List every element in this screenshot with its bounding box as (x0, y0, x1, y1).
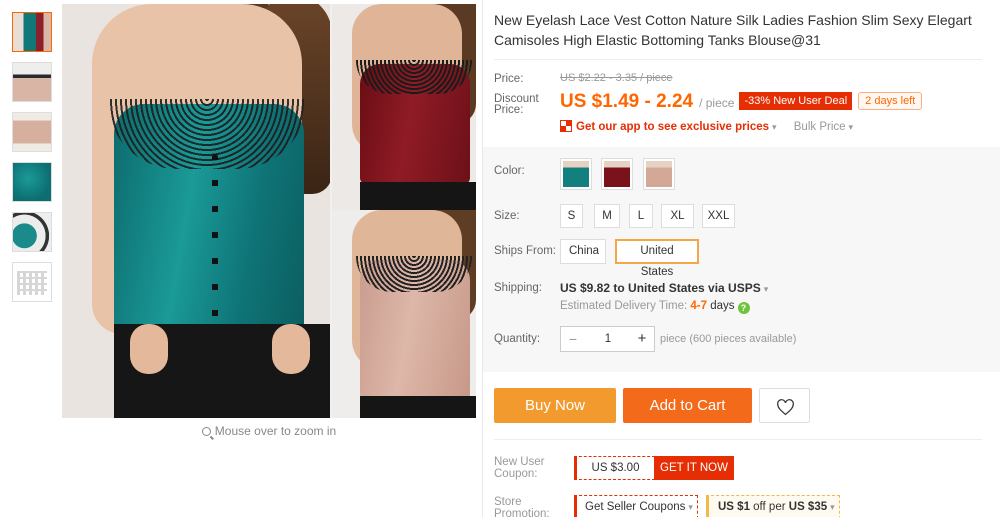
divider (494, 59, 982, 60)
get-seller-coupons-dropdown[interactable]: Get Seller Coupons ▾ (574, 495, 698, 517)
color-label: Color: (494, 165, 525, 177)
shipping-cost-text: US $9.82 to United States via USPS (560, 281, 761, 295)
buy-now-button[interactable]: Buy Now (494, 388, 616, 423)
original-price: US $2.22 - 3.35 / piece (560, 72, 673, 84)
discount-price-block: US $1.49 - 2.24 / piece -33% New User Deal… (560, 91, 923, 113)
wishlist-button[interactable] (759, 388, 810, 423)
delivery-unit: days (707, 300, 735, 312)
ships-from-united-states[interactable]: United States (615, 239, 699, 278)
main-product-image[interactable] (62, 4, 476, 418)
shipping-label: Shipping: (494, 282, 542, 294)
chevron-down-icon: ▾ (830, 502, 835, 512)
quantity-decrease-button[interactable]: − (561, 327, 585, 351)
model-red-cami (332, 4, 476, 210)
quantity-label: Quantity: (494, 333, 541, 345)
chevron-down-icon: ▾ (688, 502, 693, 512)
thumbnail-6[interactable] (12, 262, 52, 302)
size-option-m[interactable]: M (594, 204, 620, 228)
size-option-l[interactable]: L (629, 204, 653, 228)
chevron-down-icon[interactable]: ▾ (772, 122, 777, 132)
new-user-coupon-label-1: New User (494, 456, 545, 468)
thumbnail-5[interactable] (12, 212, 52, 252)
magnifier-icon (201, 427, 211, 436)
chevron-down-icon: ▾ (763, 284, 769, 294)
quantity-stepper: − 1 + (560, 326, 655, 352)
discount-price: US $1.49 - 2.24 (560, 91, 694, 112)
size-label: Size: (494, 210, 520, 222)
color-option-teal[interactable] (560, 158, 592, 190)
per-piece: / piece (699, 96, 735, 110)
discount-label-2: Price: (494, 104, 524, 116)
color-option-pink[interactable] (643, 158, 675, 190)
zoom-hint: Mouse over to zoom in (62, 424, 476, 438)
app-promo-line: Get our app to see exclusive prices ▾ Bul… (560, 120, 853, 133)
quantity-increase-button[interactable]: + (630, 327, 654, 351)
ships-from-china[interactable]: China (560, 239, 606, 264)
model-teal-cami (62, 4, 330, 418)
product-title: New Eyelash Lace Vest Cotton Nature Silk… (494, 12, 972, 48)
size-option-xxl[interactable]: XXL (702, 204, 735, 228)
thumbnail-2[interactable] (12, 62, 52, 102)
shipping-method[interactable]: US $9.82 to United States via USPS ▾ (560, 281, 768, 295)
delivery-estimate: Estimated Delivery Time: 4-7 days? (560, 300, 750, 314)
chevron-down-icon: ▾ (848, 122, 854, 132)
store-promotion-label-2: Promotion: (494, 508, 550, 517)
help-icon[interactable]: ? (737, 302, 750, 314)
quantity-input[interactable]: 1 (585, 327, 631, 351)
new-user-coupon-label-2: Coupon: (494, 468, 538, 480)
new-user-coupon-value: US $3.00 (574, 456, 655, 480)
thumbnail-list (12, 12, 54, 312)
store-off-mid: off per (749, 501, 789, 513)
size-option-s[interactable]: S (560, 204, 583, 228)
delivery-prefix: Estimated Delivery Time: (560, 300, 691, 312)
bulk-price-text: Bulk Price (793, 121, 846, 133)
thumbnail-1[interactable] (12, 12, 52, 52)
store-off-threshold: US $35 (788, 501, 828, 513)
store-discount-dropdown[interactable]: US $1 off per US $35 ▾ (706, 495, 840, 517)
delivery-range: 4-7 (690, 300, 707, 312)
divider (494, 439, 982, 440)
quantity-available-note: piece (600 pieces available) (660, 333, 797, 345)
seller-coupons-text: Get Seller Coupons (585, 501, 686, 513)
product-info-panel: New Eyelash Lace Vest Cotton Nature Silk… (482, 0, 1000, 517)
color-option-red[interactable] (601, 158, 633, 190)
heart-icon (777, 399, 794, 416)
thumbnail-4[interactable] (12, 162, 52, 202)
add-to-cart-button[interactable]: Add to Cart (623, 388, 752, 423)
model-pink-cami (332, 210, 476, 418)
store-off-amount: US $1 (718, 501, 750, 513)
qr-code-icon (560, 120, 572, 132)
app-exclusive-link[interactable]: Get our app to see exclusive prices (576, 121, 769, 133)
zoom-hint-text: Mouse over to zoom in (214, 424, 337, 438)
price-label: Price: (494, 73, 524, 85)
get-it-now-button[interactable]: GET IT NOW (654, 456, 734, 480)
store-promotion-label-1: Store (494, 496, 522, 508)
size-chart-graphic (17, 271, 47, 295)
thumbnail-3[interactable] (12, 112, 52, 152)
new-user-deal-badge: -33% New User Deal (739, 92, 853, 110)
bulk-price-link[interactable]: Bulk Price ▾ (794, 121, 853, 133)
size-option-xl[interactable]: XL (661, 204, 694, 228)
ships-from-label: Ships From: (494, 245, 556, 257)
days-left-badge: 2 days left (858, 92, 923, 110)
